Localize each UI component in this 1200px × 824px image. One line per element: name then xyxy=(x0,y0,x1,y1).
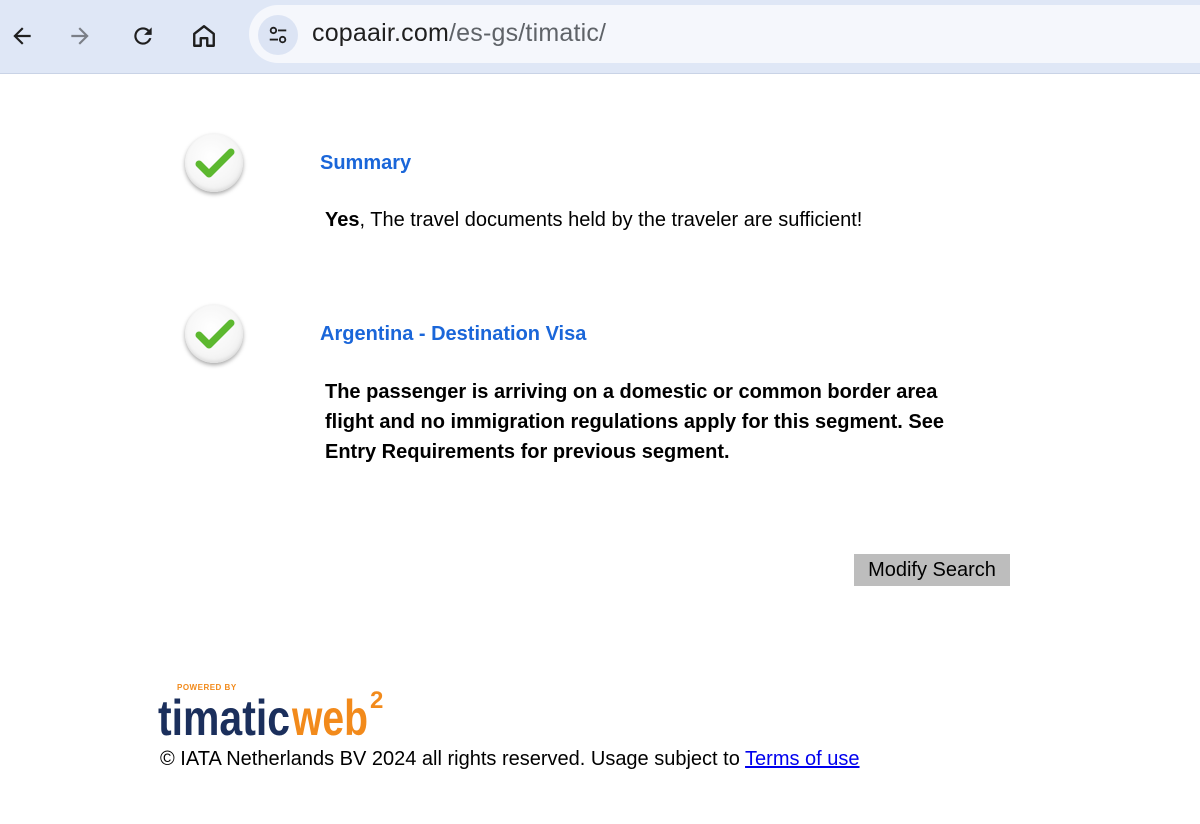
visa-title: Argentina - Destination Visa xyxy=(320,323,587,345)
home-icon xyxy=(193,25,215,47)
summary-title: Summary xyxy=(320,152,412,174)
site-info-button[interactable] xyxy=(258,15,298,55)
summary-message: , The travel documents held by the trave… xyxy=(359,209,863,231)
terms-of-use-link[interactable]: Terms of use xyxy=(745,748,859,770)
back-button[interactable] xyxy=(0,14,44,58)
logo-superscript: 2 xyxy=(370,687,383,714)
visa-text: The passenger is arriving on a domestic … xyxy=(325,381,944,463)
footer: © IATA Netherlands BV 2024 all rights re… xyxy=(160,748,860,771)
url-text[interactable]: copaair.com/es-gs/timatic/ xyxy=(312,19,606,48)
forward-arrow-icon xyxy=(71,27,89,45)
browser-toolbar: copaair.com/es-gs/timatic/ xyxy=(0,0,1200,74)
visa-check-icon xyxy=(185,305,243,363)
modify-search-button[interactable]: Modify Search xyxy=(854,554,1010,586)
summary-check-icon xyxy=(185,134,243,192)
forward-button[interactable] xyxy=(58,14,102,58)
tune-icon xyxy=(269,26,287,44)
summary-text: Yes, The travel documents held by the tr… xyxy=(325,205,945,235)
url-path: /es-gs/timatic/ xyxy=(449,19,607,47)
back-arrow-icon xyxy=(13,27,31,45)
logo-word-web: web xyxy=(291,690,368,742)
home-button[interactable] xyxy=(182,14,226,58)
logo-word-timatic: timatic xyxy=(158,690,290,742)
copyright-text: © IATA Netherlands BV 2024 all rights re… xyxy=(160,748,740,770)
summary-answer: Yes xyxy=(325,209,360,231)
url-domain: copaair.com xyxy=(312,19,449,47)
timaticweb-logo: POWERED BY timatic web 2 xyxy=(158,680,388,747)
address-bar[interactable]: copaair.com/es-gs/timatic/ xyxy=(249,5,1200,63)
reload-icon xyxy=(134,27,152,45)
reload-button[interactable] xyxy=(121,14,165,58)
